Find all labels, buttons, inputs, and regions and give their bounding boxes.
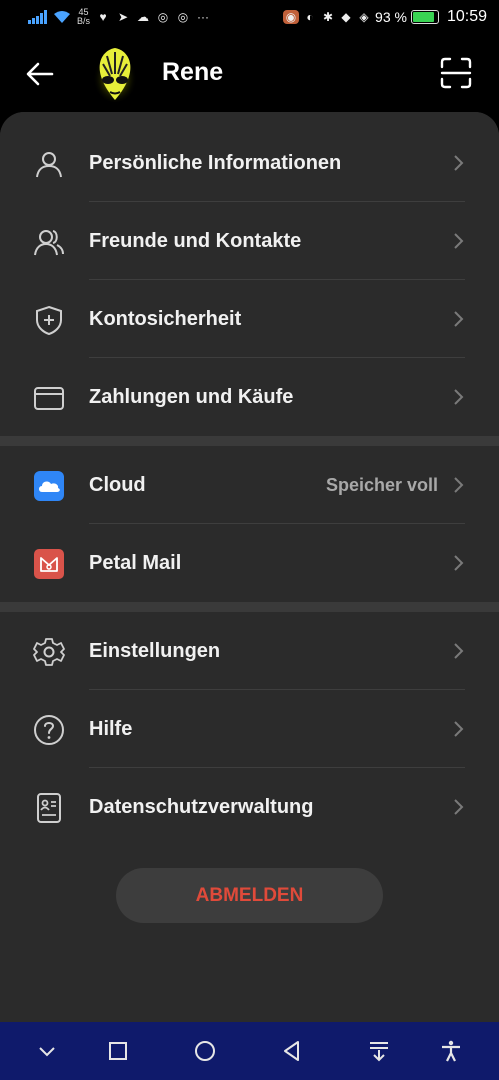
battery-icon — [410, 10, 439, 24]
bluetooth-icon: ✱ — [323, 10, 334, 24]
menu-item-petal-mail[interactable]: Petal Mail — [0, 524, 499, 602]
app-notification-icon: ◆ — [341, 10, 351, 24]
gear-icon — [33, 638, 65, 666]
app-notification-icon: ◉ — [283, 10, 300, 24]
chrome-icon: ◎ — [177, 10, 189, 24]
header: Rene — [0, 36, 499, 112]
avatar[interactable] — [92, 44, 138, 104]
chevron-right-icon — [454, 311, 464, 327]
cloud-icon — [34, 471, 64, 501]
privacy-icon — [37, 793, 61, 823]
chevron-right-icon — [454, 155, 464, 171]
menu-item-label: Einstellungen — [89, 639, 221, 662]
menu-item-label: Persönliche Informationen — [89, 151, 342, 174]
clock: 10:59 — [446, 8, 487, 25]
mail-icon — [34, 549, 64, 579]
menu-item-privacy[interactable]: Datenschutzverwaltung — [0, 768, 499, 846]
menu-item-help[interactable]: Hilfe — [0, 690, 499, 768]
status-bar: 45 B/s ♥ ➤ ☁ ◎ ◎ ··· ◉ ◐ ✱ ◆ ◈ 93 % 10:5… — [0, 0, 499, 36]
wifi-icon — [54, 11, 70, 23]
chevron-down-icon[interactable] — [35, 1039, 59, 1063]
chevron-right-icon — [454, 555, 464, 571]
card-icon — [34, 387, 64, 410]
heart-icon: ♥ — [99, 10, 107, 24]
cloud-status-icon: ☁ — [137, 10, 150, 24]
arrow-left-icon[interactable] — [22, 56, 58, 92]
shield-icon — [36, 305, 62, 336]
menu-item-account-security[interactable]: Kontosicherheit — [0, 280, 499, 358]
notification-pulldown-icon[interactable] — [367, 1039, 391, 1063]
scan-icon[interactable] — [439, 56, 473, 90]
menu-item-payments[interactable]: Zahlungen und Käufe — [0, 358, 499, 436]
battery-percent: 93 % — [375, 9, 407, 25]
menu-item-friends-contacts[interactable]: Freunde und Kontakte — [0, 202, 499, 280]
menu-item-label: Hilfe — [89, 717, 133, 740]
menu-item-settings[interactable]: Einstellungen — [0, 612, 499, 690]
services-group: Cloud Speicher voll Petal Mail — [0, 446, 499, 602]
section-separator — [0, 436, 499, 446]
help-icon — [34, 715, 64, 745]
section-separator — [0, 602, 499, 612]
menu-item-label: Zahlungen und Käufe — [89, 385, 294, 408]
app-notification-icon: ◐ — [306, 10, 314, 24]
chevron-right-icon — [454, 477, 464, 493]
chevron-right-icon — [454, 721, 464, 737]
accessibility-icon[interactable] — [439, 1039, 463, 1063]
storage-status: Speicher voll — [325, 474, 438, 495]
chrome-icon: ◎ — [157, 10, 169, 24]
recents-icon[interactable] — [106, 1039, 130, 1063]
back-nav-icon[interactable] — [280, 1039, 304, 1063]
menu-item-label: Kontosicherheit — [89, 307, 242, 330]
logout-button[interactable]: ABMELDEN — [116, 868, 383, 923]
menu-item-label: Freunde und Kontakte — [89, 229, 302, 252]
chevron-right-icon — [454, 799, 464, 815]
menu-item-label: Petal Mail — [89, 551, 182, 574]
more-notifications-icon: ··· — [197, 10, 210, 24]
system-navigation-bar — [0, 1022, 499, 1080]
signal-icon — [28, 10, 47, 24]
chevron-right-icon — [454, 643, 464, 659]
menu-item-cloud[interactable]: Cloud Speicher voll — [0, 446, 499, 524]
network-speed: 45 B/s — [77, 7, 91, 26]
telegram-icon: ➤ — [117, 10, 129, 24]
menu-item-label: Cloud — [89, 473, 146, 496]
contacts-icon — [34, 230, 64, 256]
chevron-right-icon — [454, 233, 464, 249]
person-icon — [36, 152, 62, 178]
home-icon[interactable] — [193, 1039, 217, 1063]
account-menu-card: Persönliche Informationen Freunde und Ko… — [0, 112, 499, 1022]
nfc-icon: ◈ — [359, 10, 369, 24]
chevron-right-icon — [454, 389, 464, 405]
user-name: Rene — [162, 58, 224, 86]
menu-item-personal-info[interactable]: Persönliche Informationen — [0, 124, 499, 202]
settings-group: Einstellungen Hilfe Datenschutzverwaltun… — [0, 612, 499, 846]
menu-item-label: Datenschutzverwaltung — [89, 795, 314, 818]
account-group: Persönliche Informationen Freunde und Ko… — [0, 112, 499, 436]
